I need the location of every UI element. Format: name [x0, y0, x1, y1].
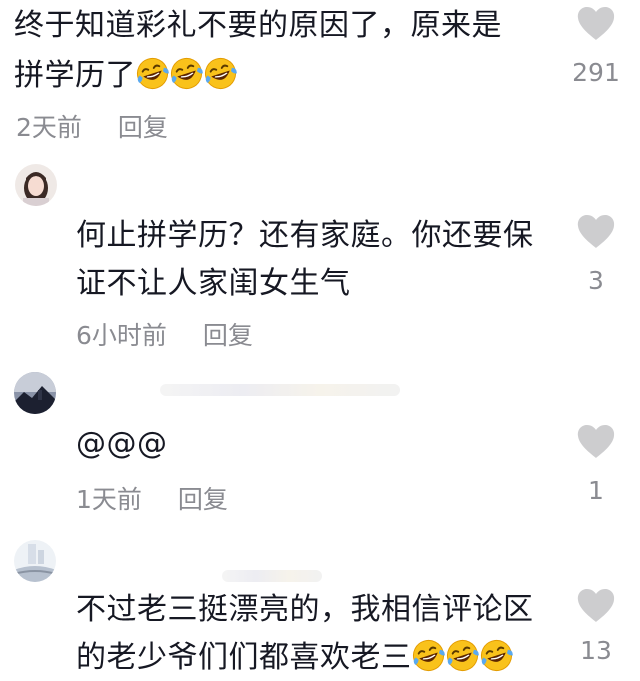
username-blurred	[222, 570, 322, 582]
comment-text: @@@	[76, 422, 168, 466]
comment-text-line2: 的老少爷们们都喜欢老三	[76, 640, 412, 675]
comment-text-line: 何止拼学历？还有家庭。你还要保	[76, 218, 534, 253]
heart-icon[interactable]	[576, 6, 616, 42]
comment-2: 何止拼学历？还有家庭。你还要保 证不让人家闺女生气 6小时前 回复 3	[0, 150, 640, 350]
timestamp: 6小时前	[76, 321, 167, 350]
comment-meta: 6小时前 回复	[76, 316, 253, 352]
rofl-emoji-icon	[412, 639, 445, 672]
reply-button[interactable]: 回复	[178, 485, 228, 514]
rofl-emoji-icon	[446, 639, 479, 672]
like-count: 13	[580, 636, 612, 665]
rofl-emoji-icon	[204, 57, 237, 90]
comment-3: @@@ 1天前 回复 1	[0, 360, 640, 530]
comment-1: 终于知道彩礼不要的原因了，原来是 拼学历了 2天前 回复 291	[0, 0, 640, 150]
reply-button[interactable]: 回复	[118, 113, 168, 142]
heart-icon[interactable]	[576, 424, 616, 460]
avatar[interactable]	[14, 372, 56, 414]
comment-text: 终于知道彩礼不要的原因了，原来是 拼学历了	[14, 4, 554, 98]
comment-text-line: 拼学历了	[14, 54, 554, 98]
comment-text: 不过老三挺漂亮的，我相信评论区 的老少爷们们都喜欢老三	[76, 588, 566, 680]
like-button[interactable]	[574, 588, 618, 624]
username-blurred	[160, 384, 400, 396]
timestamp: 2天前	[16, 113, 82, 142]
comment-text-line: 证不让人家闺女生气	[76, 266, 351, 301]
like-button[interactable]	[574, 424, 618, 460]
comment-4: 不过老三挺漂亮的，我相信评论区 的老少爷们们都喜欢老三 13	[0, 530, 640, 681]
like-button[interactable]	[574, 6, 618, 42]
comment-text-line: 不过老三挺漂亮的，我相信评论区	[76, 592, 534, 627]
comment-text: 何止拼学历？还有家庭。你还要保 证不让人家闺女生气	[76, 214, 556, 306]
comment-text-line: @@@	[76, 426, 168, 461]
timestamp: 1天前	[76, 485, 142, 514]
comment-text-line: 的老少爷们们都喜欢老三	[76, 636, 566, 680]
comment-meta: 2天前 回复	[16, 108, 168, 144]
like-count: 3	[588, 266, 604, 295]
rofl-emoji-icon	[480, 639, 513, 672]
rofl-emoji-icon	[170, 57, 203, 90]
heart-icon[interactable]	[576, 588, 616, 624]
like-count: 1	[588, 476, 604, 505]
reply-button[interactable]: 回复	[203, 321, 253, 350]
heart-icon[interactable]	[576, 214, 616, 250]
avatar[interactable]	[15, 164, 57, 206]
comment-text-line: 终于知道彩礼不要的原因了，原来是	[14, 8, 502, 43]
like-count: 291	[572, 58, 620, 87]
comment-text-line2: 拼学历了	[14, 58, 136, 93]
avatar[interactable]	[14, 540, 56, 582]
comment-meta: 1天前 回复	[76, 480, 228, 516]
rofl-emoji-icon	[136, 57, 169, 90]
like-button[interactable]	[574, 214, 618, 250]
